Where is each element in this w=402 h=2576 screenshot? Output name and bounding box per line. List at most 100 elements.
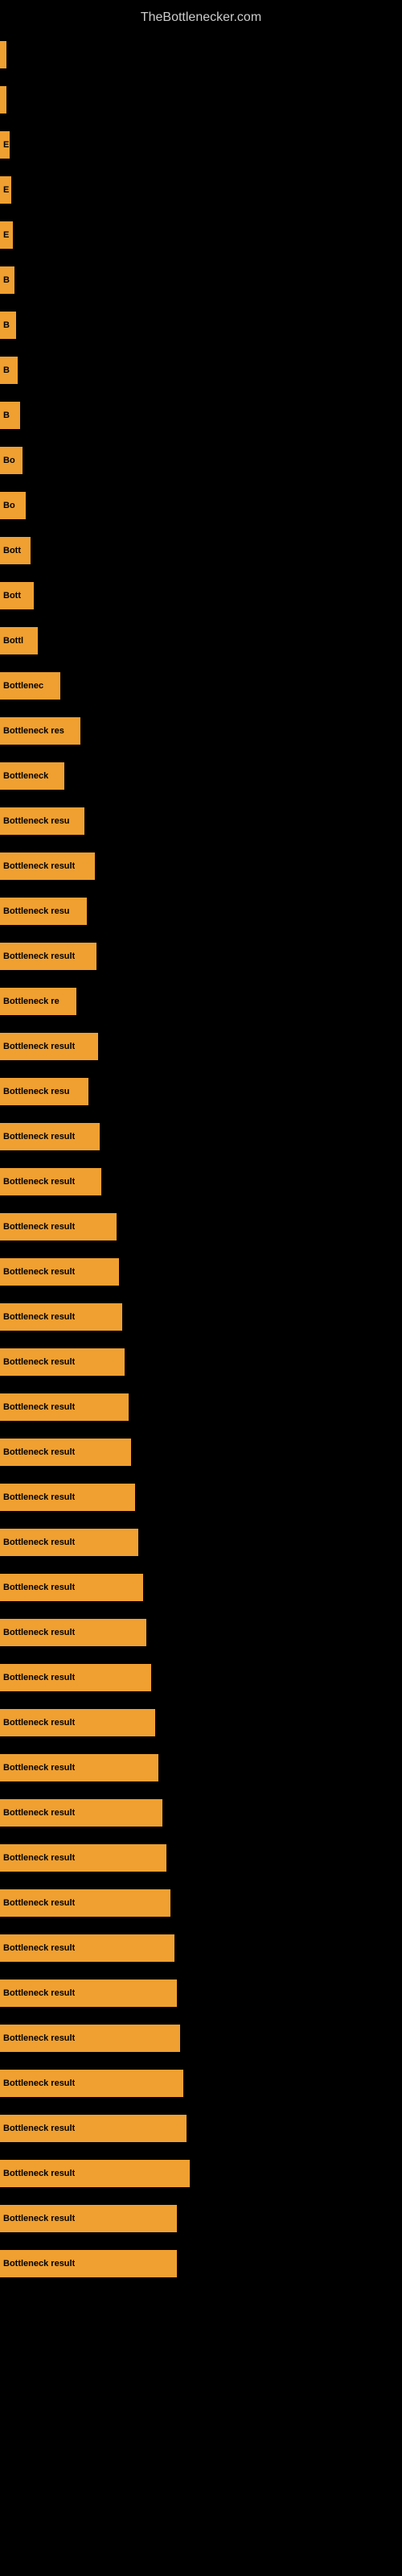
bar-label: Bottl [3, 636, 23, 646]
bar-label: Bottleneck result [3, 2169, 75, 2178]
bar-row: Bottleneck result [0, 934, 402, 979]
bar: Bottleneck result [0, 1213, 117, 1241]
bar-row: Bottleneck result [0, 1430, 402, 1475]
bar-label: Bottleneck [3, 771, 48, 781]
bar-row: Bottleneck result [0, 1610, 402, 1655]
bar-label: Bottleneck resu [3, 1087, 70, 1096]
bar-row: Bottleneck result [0, 1249, 402, 1294]
bar: Bottleneck result [0, 1529, 138, 1556]
bar-row: Bottleneck result [0, 1340, 402, 1385]
bar-label: Bottleneck result [3, 1222, 75, 1232]
bar: Bottleneck result [0, 1033, 98, 1060]
bar-label: B [3, 365, 10, 375]
bar-label: Bottleneck result [3, 1628, 75, 1637]
bar: Bo [0, 492, 26, 519]
bar-row: Bottl [0, 618, 402, 663]
bar-label: Bottleneck result [3, 2033, 75, 2043]
bar-row: E [0, 213, 402, 258]
bar: Bottleneck result [0, 1258, 119, 1286]
bar: Bottleneck result [0, 1619, 146, 1646]
bar-row: B [0, 258, 402, 303]
bar-label: Bottleneck re [3, 997, 59, 1006]
bar: B [0, 402, 20, 429]
bar-row: Bottleneck result [0, 1024, 402, 1069]
bar: B [0, 357, 18, 384]
bar-row: Bottleneck result [0, 1385, 402, 1430]
bar-label: Bottleneck result [3, 1988, 75, 1998]
bar: E [0, 131, 10, 159]
bar-row: B [0, 303, 402, 348]
bar-row: Bottleneck res [0, 708, 402, 753]
bar-row: Bottleneck result [0, 1700, 402, 1745]
bar-label: E [3, 230, 9, 240]
bar: Bott [0, 537, 31, 564]
bar: Bottleneck result [0, 2250, 177, 2277]
bar-label: Bottleneck result [3, 1132, 75, 1141]
bar-row: Bottleneck [0, 753, 402, 799]
bar: Bottleneck result [0, 852, 95, 880]
bar-row: Bottleneck result [0, 1565, 402, 1610]
bar: Bottleneck result [0, 1484, 135, 1511]
bar [0, 41, 6, 68]
bar-row: Bott [0, 528, 402, 573]
bar [0, 86, 6, 114]
bar-label: Bo [3, 456, 15, 465]
bar-label: Bottleneck res [3, 726, 64, 736]
bar-label: Bottleneck result [3, 1808, 75, 1818]
bar-label: Bottleneck result [3, 1718, 75, 1728]
bar-label: Bottleneck result [3, 952, 75, 961]
bar-label: Bottleneck result [3, 1402, 75, 1412]
bar-row: Bottleneck result [0, 1294, 402, 1340]
bar-row: E [0, 122, 402, 167]
bar-row: Bottleneck result [0, 2241, 402, 2286]
bar: Bottleneck result [0, 1393, 129, 1421]
bar-label: Bottleneck result [3, 861, 75, 871]
bar: Bottleneck re [0, 988, 76, 1015]
bar: Bottleneck result [0, 2115, 187, 2142]
bar-label: Bo [3, 501, 15, 510]
bar: Bottleneck result [0, 1439, 131, 1466]
bar-row: Bottleneck result [0, 1971, 402, 2016]
bar: Bottleneck result [0, 1168, 101, 1195]
bar: Bottleneck [0, 762, 64, 790]
bar-row: Bottleneck result [0, 1745, 402, 1790]
bar-row: Bo [0, 483, 402, 528]
bar-label: Bottleneck result [3, 1177, 75, 1187]
bar-label: B [3, 411, 10, 420]
bar: Bottleneck result [0, 1934, 174, 1962]
bar-row: Bottleneck result [0, 2196, 402, 2241]
bar-row: Bottleneck result [0, 2151, 402, 2196]
bar-label: Bottleneck result [3, 1943, 75, 1953]
bar-row [0, 32, 402, 77]
bar: Bottlenec [0, 672, 60, 700]
bar-row: Bottleneck result [0, 2106, 402, 2151]
bar: Bottleneck result [0, 1664, 151, 1691]
bar-label: Bottleneck resu [3, 816, 70, 826]
bar: Bottleneck resu [0, 807, 84, 835]
bar-label: Bottleneck result [3, 1312, 75, 1322]
bar-row: Bottleneck resu [0, 1069, 402, 1114]
bar-row: Bottleneck resu [0, 889, 402, 934]
bar-row: Bottleneck result [0, 1655, 402, 1700]
bar-label: Bottleneck result [3, 1538, 75, 1547]
bar: Bottleneck result [0, 1889, 170, 1917]
bar-label: Bott [3, 591, 21, 601]
bar-label: Bott [3, 546, 21, 555]
bar-row: Bottleneck resu [0, 799, 402, 844]
bar-label: Bottleneck result [3, 1357, 75, 1367]
site-title: TheBottlenecker.com [0, 4, 402, 31]
bar-label: Bottleneck result [3, 1673, 75, 1682]
bar-label: Bottleneck result [3, 2214, 75, 2223]
bar: E [0, 221, 13, 249]
bar-label: Bottleneck result [3, 2079, 75, 2088]
bar-label: Bottleneck result [3, 1267, 75, 1277]
bar-row [0, 77, 402, 122]
bar: Bottleneck result [0, 1754, 158, 1781]
bar-row: B [0, 348, 402, 393]
bar: Bottleneck result [0, 1574, 143, 1601]
bar-row: Bo [0, 438, 402, 483]
bar: Bottleneck res [0, 717, 80, 745]
bar: Bottleneck result [0, 1303, 122, 1331]
bar: Bottleneck resu [0, 898, 87, 925]
bar: Bottleneck resu [0, 1078, 88, 1105]
